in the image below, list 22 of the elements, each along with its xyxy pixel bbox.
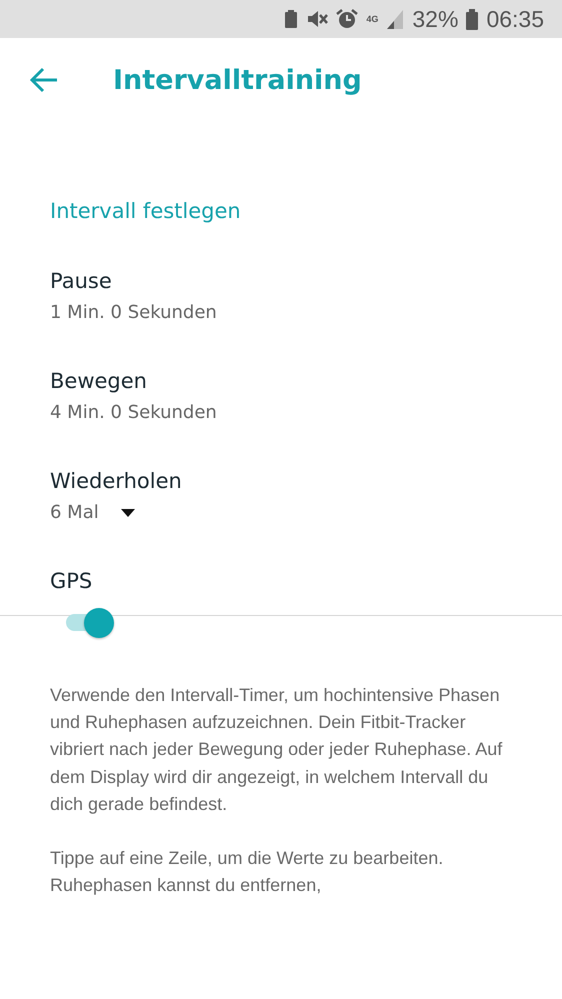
setting-value: 1 Min. 0 Sekunden (50, 302, 217, 323)
back-arrow-icon (30, 67, 59, 93)
clock-time: 06:35 (486, 6, 544, 32)
page-title: Intervalltraining (113, 64, 362, 96)
description-paragraph: Verwende den Intervall-Timer, um hochintensive Phasen und Ruhephasen aufzuzeichnen. Dein Fitbit-Tracker vibriert nach jeder Bewegung oder jeder Ruhephase. Auf dem Display wird dir angezeigt, in welchem Intervall du dich gerade befindest. (50, 684, 504, 816)
mute-icon (306, 9, 328, 29)
setting-value: 6 Mal (50, 502, 99, 523)
gps-switch[interactable] (66, 608, 116, 636)
description-paragraph: Tippe auf eine Zeile, um die Werte zu bearbeiten. Ruhephasen kannst du entfernen, (50, 847, 444, 898)
setting-value: 4 Min. 0 Sekunden (50, 402, 217, 423)
setting-label[interactable]: Pause (50, 269, 112, 293)
signal-icon (386, 9, 404, 29)
setting-label[interactable]: Bewegen (50, 369, 147, 393)
network-type: 4G (366, 14, 378, 24)
setting-label[interactable]: Wiederholen (50, 469, 182, 493)
battery-percentage: 32% (412, 6, 458, 32)
back-button[interactable] (30, 67, 59, 93)
battery-icon (466, 8, 478, 30)
section-title: Intervall festlegen (50, 199, 241, 223)
setting-label[interactable]: GPS (50, 569, 92, 593)
alarm-icon (336, 8, 358, 30)
dropdown-caret-icon[interactable] (120, 508, 135, 516)
